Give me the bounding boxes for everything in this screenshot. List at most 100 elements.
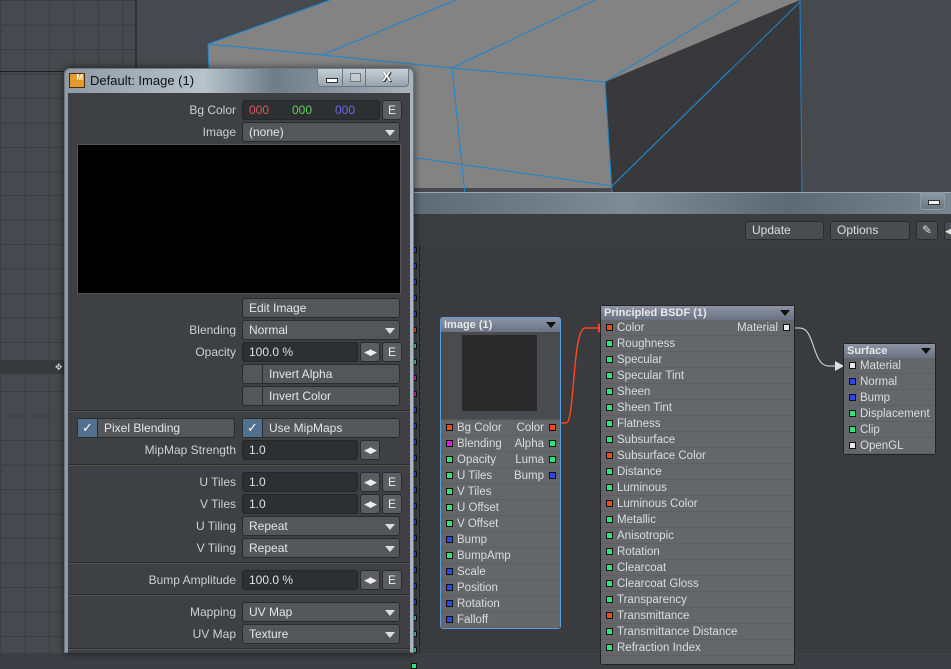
- input-port-icon[interactable]: [446, 472, 453, 479]
- input-port-icon[interactable]: [606, 388, 613, 395]
- input-port-icon[interactable]: [606, 340, 613, 347]
- invert-alpha-checkbox[interactable]: [243, 365, 263, 383]
- input-port-icon[interactable]: [606, 612, 613, 619]
- opacity-input[interactable]: 100.0 %: [242, 342, 358, 362]
- minimize-button[interactable]: [317, 69, 343, 87]
- resize-handle-icon[interactable]: ✥: [55, 361, 64, 373]
- bg-color-b[interactable]: 000: [335, 101, 355, 119]
- input-port-icon[interactable]: [849, 362, 856, 369]
- output-port-icon[interactable]: [549, 424, 556, 431]
- mipmap-strength-input[interactable]: 1.0: [242, 440, 358, 460]
- u-tiles-envelope-button[interactable]: E: [382, 472, 402, 492]
- input-port-icon[interactable]: [606, 564, 613, 571]
- input-port-icon[interactable]: [606, 324, 613, 331]
- input-port-icon[interactable]: [606, 516, 613, 523]
- node-editor-titlebar[interactable]: [410, 192, 951, 214]
- output-port-icon[interactable]: [549, 472, 556, 479]
- input-port-icon[interactable]: [606, 372, 613, 379]
- node-editor-minimize-button[interactable]: [920, 192, 945, 210]
- pixel-blending-checkbox[interactable]: [78, 419, 98, 437]
- input-port-icon[interactable]: [446, 552, 453, 559]
- input-port-icon[interactable]: [606, 436, 613, 443]
- input-port-icon[interactable]: [606, 596, 613, 603]
- input-port-icon[interactable]: [446, 600, 453, 607]
- v-tiles-slider-button[interactable]: ◀▶: [360, 494, 380, 514]
- input-port-icon[interactable]: [446, 504, 453, 511]
- input-port-icon[interactable]: [849, 378, 856, 385]
- invert-alpha-toggle[interactable]: Invert Alpha: [242, 364, 400, 384]
- image-node[interactable]: Image (1) Bg Color Color Blending Alpha Opac…: [440, 317, 561, 629]
- input-port-icon[interactable]: [849, 442, 856, 449]
- bsdf-node-header[interactable]: Principled BSDF (1): [601, 306, 794, 320]
- image-properties-window[interactable]: M Default: Image (1) X Bg Color 000 000 …: [64, 68, 414, 653]
- output-port-icon[interactable]: [783, 324, 790, 331]
- v-tiling-dropdown[interactable]: Repeat: [242, 538, 400, 558]
- input-port-icon[interactable]: [606, 484, 613, 491]
- input-port-icon[interactable]: [446, 488, 453, 495]
- principled-bsdf-node[interactable]: Principled BSDF (1) Color Material Roughne…: [600, 305, 795, 665]
- maximize-button[interactable]: [342, 69, 366, 87]
- input-port-icon[interactable]: [606, 548, 613, 555]
- input-port-icon[interactable]: [446, 440, 453, 447]
- input-port-icon[interactable]: [446, 568, 453, 575]
- image-node-header[interactable]: Image (1): [441, 318, 560, 332]
- bump-amplitude-slider-button[interactable]: ◀▶: [360, 570, 380, 590]
- input-port-icon[interactable]: [446, 456, 453, 463]
- close-button[interactable]: X: [365, 68, 409, 87]
- input-port-icon[interactable]: [849, 410, 856, 417]
- input-port-icon[interactable]: [446, 424, 453, 431]
- u-tiles-input[interactable]: 1.0: [242, 472, 358, 492]
- input-port-icon[interactable]: [606, 628, 613, 635]
- bump-amplitude-input[interactable]: 100.0 %: [242, 570, 358, 590]
- update-button[interactable]: Update: [745, 221, 824, 240]
- input-port-icon[interactable]: [606, 452, 613, 459]
- opacity-envelope-button[interactable]: E: [382, 342, 402, 362]
- input-port-icon[interactable]: [606, 644, 613, 651]
- toolbar-more-button[interactable]: ◀: [944, 221, 951, 240]
- mapping-dropdown[interactable]: UV Map: [242, 602, 400, 622]
- pixel-blending-toggle[interactable]: Pixel Blending: [77, 418, 235, 438]
- output-port-icon[interactable]: [549, 440, 556, 447]
- input-port-icon[interactable]: [446, 616, 453, 623]
- u-tiles-slider-button[interactable]: ◀▶: [360, 472, 380, 492]
- use-mipmaps-toggle[interactable]: Use MipMaps: [242, 418, 400, 438]
- window-titlebar[interactable]: M Default: Image (1) X: [65, 68, 413, 92]
- output-port-icon[interactable]: [549, 456, 556, 463]
- opacity-slider-button[interactable]: ◀▶: [360, 342, 380, 362]
- input-port-icon[interactable]: [446, 584, 453, 591]
- options-button[interactable]: Options: [830, 221, 910, 240]
- node-collapse-icon[interactable]: [780, 310, 790, 316]
- u-tiling-dropdown[interactable]: Repeat: [242, 516, 400, 536]
- edit-pen-button[interactable]: ✎: [916, 221, 938, 240]
- mipmap-strength-slider-button[interactable]: ◀▶: [360, 440, 380, 460]
- surface-node-header[interactable]: Surface: [844, 344, 935, 358]
- node-collapse-icon[interactable]: [921, 348, 931, 354]
- input-port-icon[interactable]: [606, 404, 613, 411]
- input-port-icon[interactable]: [606, 580, 613, 587]
- input-port-icon[interactable]: [849, 394, 856, 401]
- input-port-icon[interactable]: [606, 468, 613, 475]
- node-collapse-icon[interactable]: [546, 322, 556, 328]
- bg-color-field[interactable]: 000 000 000: [242, 100, 380, 120]
- edit-image-button[interactable]: Edit Image: [242, 298, 400, 318]
- input-port-icon[interactable]: [446, 520, 453, 527]
- bg-color-envelope-button[interactable]: E: [382, 100, 402, 120]
- strip-port-icon[interactable]: [411, 663, 417, 669]
- image-dropdown[interactable]: (none): [242, 122, 400, 142]
- input-port-icon[interactable]: [606, 356, 613, 363]
- blending-dropdown[interactable]: Normal: [242, 320, 400, 340]
- input-port-icon[interactable]: [446, 536, 453, 543]
- input-port-icon[interactable]: [849, 426, 856, 433]
- input-port-icon[interactable]: [606, 532, 613, 539]
- bg-color-r[interactable]: 000: [249, 101, 269, 119]
- input-port-icon[interactable]: [606, 500, 613, 507]
- use-mipmaps-checkbox[interactable]: [243, 419, 263, 437]
- invert-color-checkbox[interactable]: [243, 387, 263, 405]
- uv-map-dropdown[interactable]: Texture: [242, 624, 400, 644]
- input-port-icon[interactable]: [606, 420, 613, 427]
- v-tiles-envelope-button[interactable]: E: [382, 494, 402, 514]
- invert-color-toggle[interactable]: Invert Color: [242, 386, 400, 406]
- bg-color-g[interactable]: 000: [292, 101, 312, 119]
- v-tiles-input[interactable]: 1.0: [242, 494, 358, 514]
- bump-amplitude-envelope-button[interactable]: E: [382, 570, 402, 590]
